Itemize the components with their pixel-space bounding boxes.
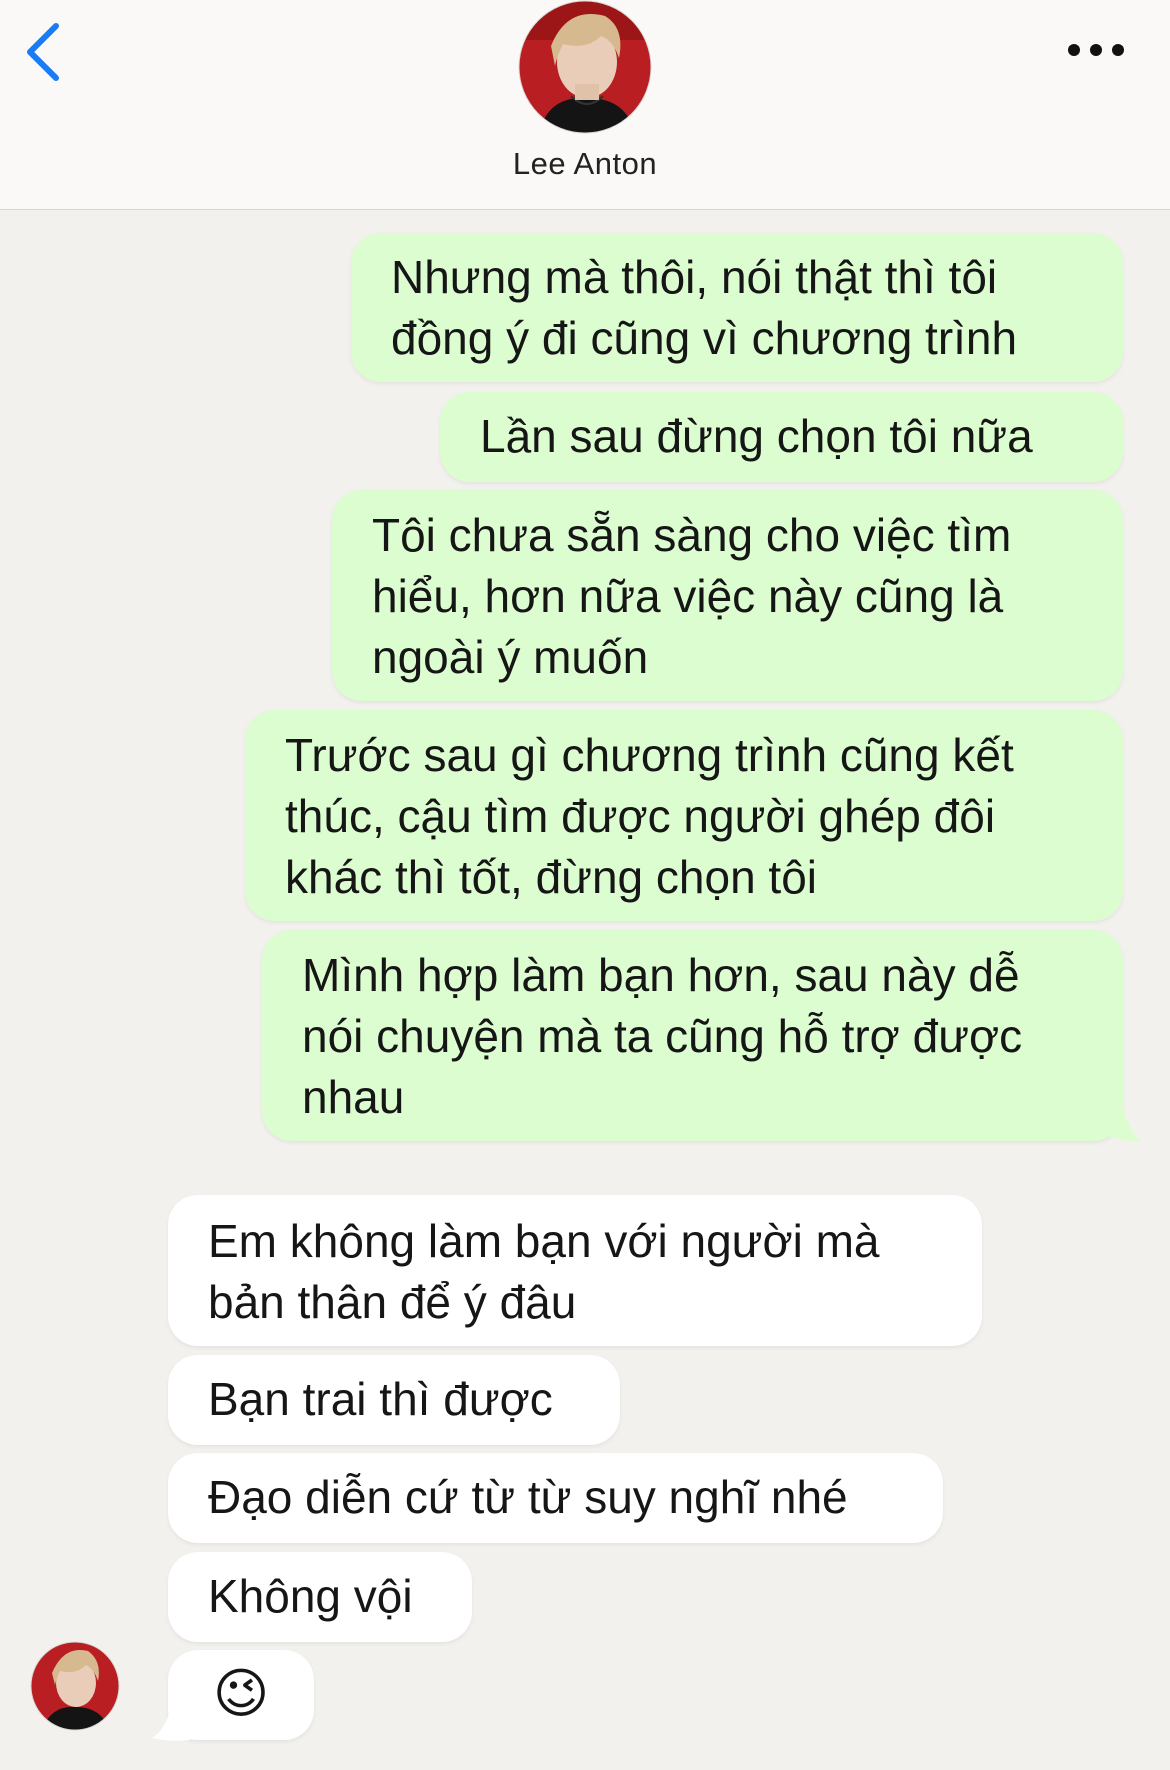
message-bubble-outgoing[interactable]: Trước sau gì chương trình cũng kết thúc,… [245,710,1123,921]
message-bubble-outgoing[interactable]: Mình hợp làm bạn hơn, sau này dễ nói chu… [262,930,1123,1141]
message-bubble-incoming[interactable]: Em không làm bạn với người mà bản thân đ… [168,1195,982,1346]
more-options-button[interactable] [1066,38,1126,62]
contact-avatar-small[interactable] [30,1641,120,1731]
message-text: Lần sau đừng chọn tôi nữa [480,410,1033,462]
message-bubble-outgoing[interactable]: Tôi chưa sẵn sàng cho việc tìm hiểu, hơn… [332,490,1123,701]
message-bubble-outgoing[interactable]: Nhưng mà thôi, nói thật thì tôi đồng ý đ… [351,233,1123,382]
chevron-left-icon [27,23,59,81]
message-text: Bạn trai thì được [208,1373,553,1425]
contact-name[interactable]: Lee Anton [0,146,1170,182]
message-bubble-incoming[interactable]: Đạo diễn cứ từ từ suy nghĩ nhé [168,1453,943,1543]
message-bubble-incoming[interactable]: Bạn trai thì được [168,1355,620,1445]
message-text: Mình hợp làm bạn hơn, sau này dễ nói chu… [302,949,1023,1123]
message-text: Em không làm bạn với người mà bản thân đ… [208,1215,880,1328]
message-text: Trước sau gì chương trình cũng kết thúc,… [285,729,1014,903]
message-text: Tôi chưa sẵn sàng cho việc tìm hiểu, hơn… [372,509,1012,683]
back-button[interactable] [20,20,70,84]
message-text: Không vội [208,1570,413,1622]
chat-header: Lee Anton [0,0,1170,210]
message-text: Nhưng mà thôi, nói thật thì tôi đồng ý đ… [391,251,1018,364]
bubble-tail [152,1700,190,1741]
bubble-tail [1090,1092,1140,1142]
contact-avatar[interactable] [517,0,653,134]
more-horizontal-icon [1068,44,1124,56]
message-text: Đạo diễn cứ từ từ suy nghĩ nhé [208,1471,848,1523]
wink-emoji: 😉 [212,1664,270,1724]
message-bubble-incoming[interactable]: Không vội [168,1552,472,1642]
message-bubble-outgoing[interactable]: Lần sau đừng chọn tôi nữa [440,392,1123,482]
